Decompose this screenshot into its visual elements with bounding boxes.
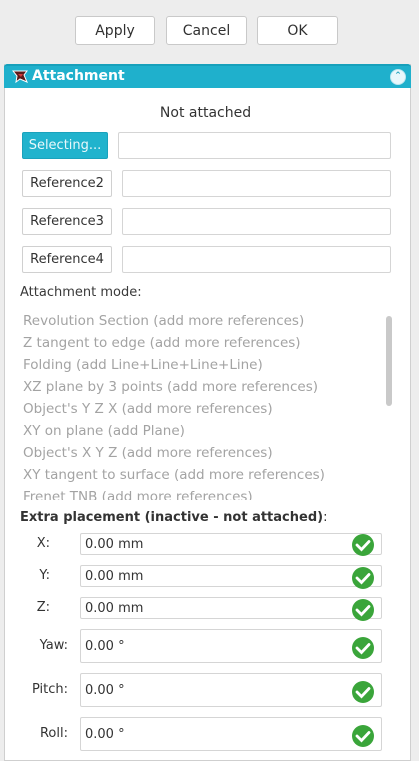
mode-list-scrollbar[interactable]	[386, 316, 392, 406]
attachment-mode-label: Attachment mode:	[20, 285, 142, 300]
valid-check-icon	[352, 599, 374, 621]
reference2-button[interactable]: Reference2	[22, 170, 112, 197]
mode-list-item[interactable]: Object's Y Z X (add more references)	[19, 398, 393, 420]
mode-list-item[interactable]: XZ plane by 3 points (add more reference…	[19, 376, 393, 398]
collapse-icon[interactable]: ⌃	[390, 69, 406, 85]
panel-title: Attachment	[32, 68, 125, 84]
reference1-field[interactable]	[118, 132, 391, 159]
reference3-field[interactable]	[122, 208, 391, 235]
attachment-mode-list[interactable]: Revolution Section (add more references)…	[19, 310, 393, 500]
z-input[interactable]: 0.00 mm	[80, 597, 382, 621]
mode-list-item[interactable]: Revolution Section (add more references)	[19, 310, 393, 332]
pitch-label: Pitch:	[31, 682, 68, 697]
pitch-value: 0.00 °	[85, 682, 125, 698]
yaw-label: Yaw:	[39, 638, 68, 653]
y-input[interactable]: 0.00 mm	[80, 565, 382, 589]
roll-label: Roll:	[39, 726, 68, 741]
valid-check-icon	[352, 534, 374, 556]
mode-list-item[interactable]: Z tangent to edge (add more references)	[19, 332, 393, 354]
mode-list-item[interactable]: Frenet TNB (add more references)	[19, 486, 393, 500]
reference1-button[interactable]: Selecting...	[22, 132, 108, 159]
apply-button[interactable]: Apply	[75, 16, 155, 45]
attachment-status: Not attached	[159, 105, 252, 121]
valid-check-icon	[352, 681, 374, 703]
y-label: Y:	[39, 568, 50, 583]
valid-check-icon	[352, 725, 374, 747]
reference2-field[interactable]	[122, 170, 391, 197]
reference4-button[interactable]: Reference4	[22, 246, 112, 273]
ok-button[interactable]: OK	[257, 16, 338, 45]
cancel-button[interactable]: Cancel	[166, 16, 247, 45]
valid-check-icon	[352, 637, 374, 659]
x-input[interactable]: 0.00 mm	[80, 533, 382, 556]
y-value: 0.00 mm	[85, 568, 144, 584]
mode-list-item[interactable]: XY on plane (add Plane)	[19, 420, 393, 442]
mode-list-item[interactable]: Folding (add Line+Line+Line+Line)	[19, 354, 393, 376]
z-label: Z:	[36, 600, 50, 615]
extra-placement-title: Extra placement (inactive - not attached…	[20, 510, 328, 525]
reference4-field[interactable]	[122, 246, 391, 273]
pitch-input[interactable]: 0.00 °	[80, 673, 382, 707]
roll-input[interactable]: 0.00 °	[80, 717, 382, 751]
reference3-button[interactable]: Reference3	[22, 208, 112, 235]
mode-list-item[interactable]: XY tangent to surface (add more referenc…	[19, 464, 393, 486]
freecad-logo-icon	[11, 69, 28, 88]
z-value: 0.00 mm	[85, 600, 144, 616]
mode-list-item[interactable]: Object's X Y Z (add more references)	[19, 442, 393, 464]
attachment-panel-header[interactable]: Attachment ⌃	[4, 64, 411, 88]
x-label: X:	[36, 536, 50, 551]
yaw-input[interactable]: 0.00 °	[80, 629, 382, 663]
valid-check-icon	[352, 567, 374, 589]
roll-value: 0.00 °	[85, 726, 125, 742]
yaw-value: 0.00 °	[85, 638, 125, 654]
x-value: 0.00 mm	[85, 536, 144, 552]
